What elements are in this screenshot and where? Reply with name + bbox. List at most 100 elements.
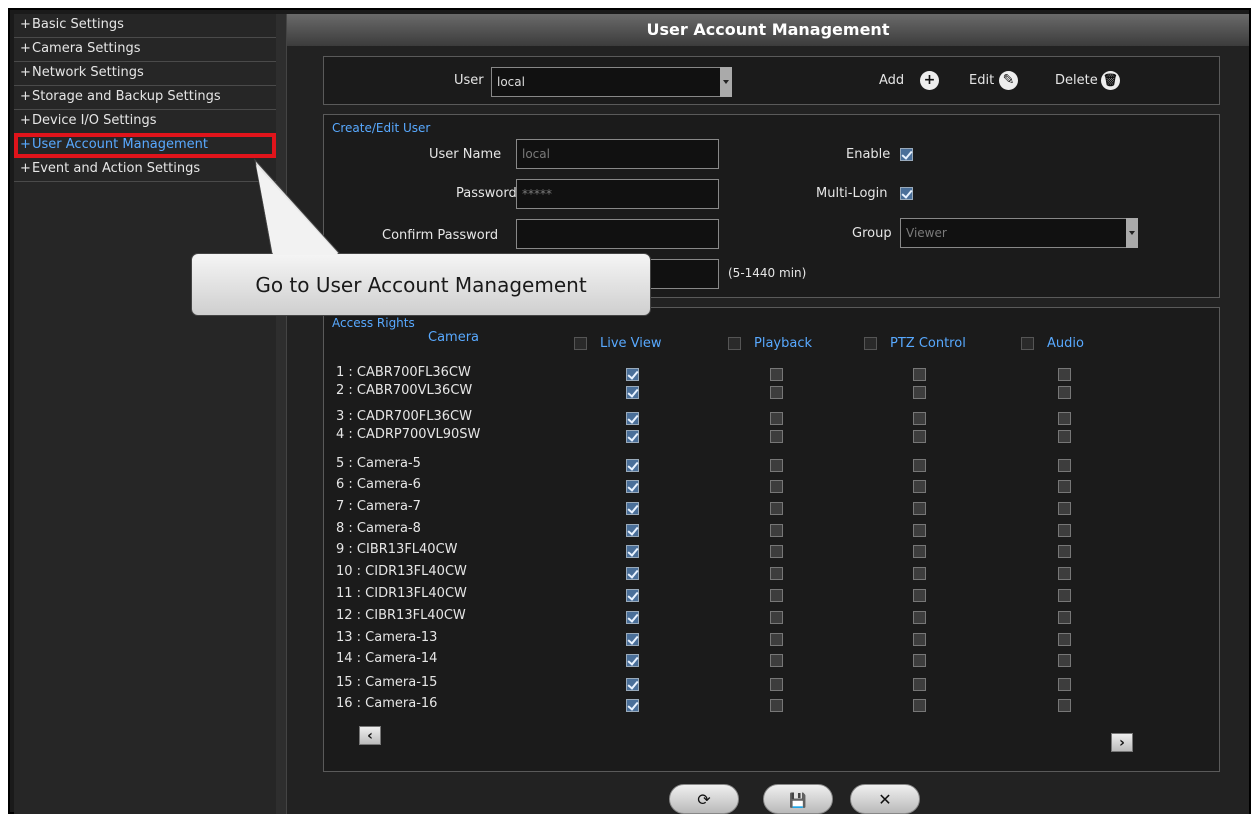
access-right-checkbox[interactable] [626,633,639,646]
access-right-checkbox[interactable] [626,502,639,515]
access-right-checkbox[interactable] [913,633,926,646]
close-button[interactable]: ✕ [850,784,920,814]
access-right-checkbox[interactable] [770,430,783,443]
access-right-checkbox[interactable] [1058,368,1071,381]
access-right-checkbox[interactable] [913,459,926,472]
access-right-checkbox[interactable] [913,412,926,425]
access-right-checkbox[interactable] [770,386,783,399]
access-right-checkbox[interactable] [913,386,926,399]
column-select-all-checkbox[interactable] [864,337,877,350]
timeout-input[interactable] [649,259,719,289]
sidebar-item[interactable]: +Basic Settings [14,14,276,38]
access-right-checkbox[interactable] [770,524,783,537]
access-right-checkbox[interactable] [913,480,926,493]
camera-name: 15 : Camera-15 [336,675,438,690]
confirm-password-label: Confirm Password [382,228,499,243]
chevron-down-icon[interactable] [1126,218,1138,248]
sidebar-item[interactable]: +Network Settings [14,62,276,86]
access-right-checkbox[interactable] [626,524,639,537]
access-right-checkbox[interactable] [913,654,926,667]
chevron-down-icon[interactable] [720,67,732,97]
sidebar-item[interactable]: +Device I/O Settings [14,110,276,134]
add-icon[interactable]: + [920,71,939,90]
access-right-checkbox[interactable] [1058,678,1071,691]
access-right-checkbox[interactable] [1058,633,1071,646]
delete-label[interactable]: Delete [1055,73,1098,88]
edit-icon[interactable]: ✎ [999,71,1018,90]
access-right-checkbox[interactable] [913,430,926,443]
access-right-checkbox[interactable] [913,524,926,537]
access-right-checkbox[interactable] [770,654,783,667]
access-right-checkbox[interactable] [770,459,783,472]
access-right-checkbox[interactable] [626,678,639,691]
delete-icon[interactable]: 🗑 [1101,71,1120,90]
access-right-checkbox[interactable] [770,502,783,515]
sidebar-splitter[interactable] [276,14,287,814]
user-name-input[interactable]: local [516,139,719,169]
access-right-checkbox[interactable] [770,368,783,381]
access-right-checkbox[interactable] [913,589,926,602]
access-right-checkbox[interactable] [626,459,639,472]
multilogin-checkbox[interactable] [900,187,913,200]
access-right-checkbox[interactable] [1058,611,1071,624]
access-right-checkbox[interactable] [770,480,783,493]
access-right-checkbox[interactable] [626,368,639,381]
add-label[interactable]: Add [879,73,904,88]
access-right-checkbox[interactable] [1058,459,1071,472]
access-right-checkbox[interactable] [1058,480,1071,493]
access-right-checkbox[interactable] [626,412,639,425]
access-right-checkbox[interactable] [626,654,639,667]
access-right-checkbox[interactable] [1058,412,1071,425]
group-dropdown[interactable]: Viewer [900,218,1138,248]
column-select-all-checkbox[interactable] [1021,337,1034,350]
access-right-checkbox[interactable] [770,633,783,646]
access-right-checkbox[interactable] [913,502,926,515]
refresh-button[interactable]: ⟳ [669,784,739,814]
access-right-checkbox[interactable] [1058,589,1071,602]
access-right-checkbox[interactable] [626,545,639,558]
access-right-checkbox[interactable] [626,480,639,493]
sidebar-item[interactable]: +Event and Action Settings [14,158,276,182]
save-button[interactable]: 💾 [763,784,833,814]
access-right-checkbox[interactable] [913,368,926,381]
user-dropdown[interactable]: local [491,67,731,97]
access-right-checkbox[interactable] [626,589,639,602]
access-right-checkbox[interactable] [770,545,783,558]
access-right-checkbox[interactable] [770,567,783,580]
access-right-checkbox[interactable] [1058,545,1071,558]
enable-checkbox[interactable] [900,148,913,161]
access-right-checkbox[interactable] [770,699,783,712]
access-right-checkbox[interactable] [626,567,639,580]
save-icon: 💾 [789,793,807,809]
access-right-checkbox[interactable] [626,611,639,624]
access-right-checkbox[interactable] [770,678,783,691]
access-right-checkbox[interactable] [770,412,783,425]
password-input[interactable]: ***** [516,179,719,209]
confirm-password-input[interactable] [516,219,719,249]
scroll-left-button[interactable]: ‹ [359,726,381,745]
access-right-checkbox[interactable] [626,699,639,712]
access-right-checkbox[interactable] [626,386,639,399]
scroll-right-button[interactable]: › [1111,733,1133,752]
access-right-checkbox[interactable] [770,611,783,624]
sidebar-item[interactable]: +Camera Settings [14,38,276,62]
access-right-checkbox[interactable] [913,611,926,624]
sidebar-item[interactable]: +Storage and Backup Settings [14,86,276,110]
access-right-checkbox[interactable] [913,699,926,712]
column-select-all-checkbox[interactable] [574,337,587,350]
edit-label[interactable]: Edit [969,73,994,88]
access-right-checkbox[interactable] [913,678,926,691]
column-select-all-checkbox[interactable] [728,337,741,350]
access-right-checkbox[interactable] [1058,524,1071,537]
access-right-checkbox[interactable] [770,589,783,602]
access-right-checkbox[interactable] [913,567,926,580]
access-right-checkbox[interactable] [1058,502,1071,515]
user-select-bar: User local Add + Edit ✎ Delete 🗑 [323,56,1220,105]
access-right-checkbox[interactable] [1058,386,1071,399]
access-right-checkbox[interactable] [1058,654,1071,667]
access-right-checkbox[interactable] [1058,567,1071,580]
access-right-checkbox[interactable] [913,545,926,558]
access-right-checkbox[interactable] [1058,430,1071,443]
access-right-checkbox[interactable] [1058,699,1071,712]
access-right-checkbox[interactable] [626,430,639,443]
